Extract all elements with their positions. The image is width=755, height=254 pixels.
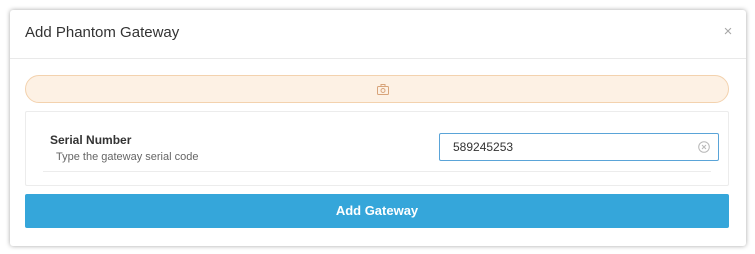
clear-circle-icon[interactable] [698, 141, 710, 153]
form-divider [43, 171, 711, 172]
serial-number-input[interactable] [440, 134, 690, 160]
camera-icon [377, 84, 389, 95]
serial-number-field[interactable] [439, 133, 719, 161]
serial-number-label: Serial Number [50, 133, 132, 147]
serial-form: Serial Number Type the gateway serial co… [25, 111, 729, 186]
close-icon[interactable]: × [719, 23, 737, 41]
serial-number-help: Type the gateway serial code [56, 151, 199, 163]
alert-bar [25, 75, 729, 103]
dialog-title: Add Phantom Gateway [25, 24, 180, 41]
add-gateway-button[interactable]: Add Gateway [25, 194, 729, 228]
dialog-header: Add Phantom Gateway × [10, 10, 746, 59]
add-gateway-dialog: Add Phantom Gateway × Serial Number Type… [10, 10, 746, 246]
